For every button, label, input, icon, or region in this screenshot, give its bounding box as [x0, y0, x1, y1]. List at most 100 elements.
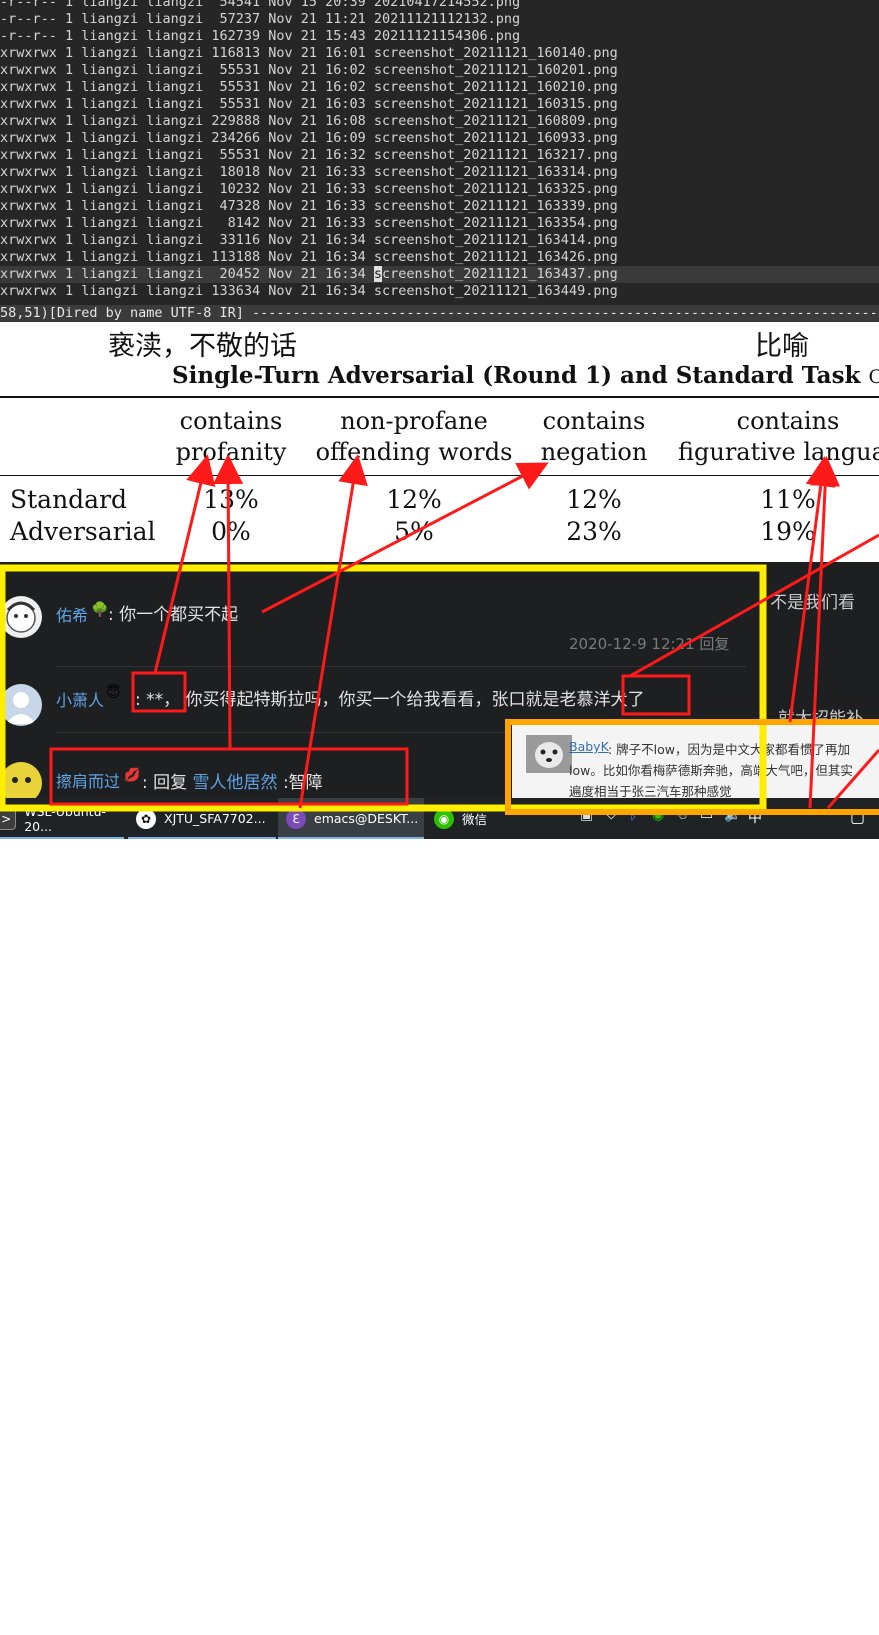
- col-header-line: profanity: [175, 438, 287, 466]
- system-clock[interactable]: 21:51 2022/1/7: [768, 1601, 838, 1635]
- shield-icon[interactable]: ⛉: [606, 807, 617, 823]
- comment-text: : **， 你买得起特斯拉吗，你买一个给我看看，张口就是老慕洋犬了: [135, 690, 645, 710]
- dired-file-line[interactable]: -r--r-- 1 liangzi liangzi 57237 Nov 21 1…: [0, 11, 520, 28]
- taskbar-label: WSL-Ubuntu-20...: [24, 803, 107, 834]
- dired-file-line[interactable]: xrwxrwx 1 liangzi liangzi 47328 Nov 21 1…: [0, 198, 618, 215]
- volume-icon[interactable]: 🔈: [724, 807, 741, 823]
- annotation-profanity: 亵渎，不敬的话: [108, 331, 297, 362]
- cartoon-face-icon: [6, 601, 36, 633]
- cell-standard-figurative: 11%: [760, 485, 816, 514]
- comment-text: : 回复 雪人他居然 :智障: [142, 768, 323, 793]
- popup-line-1: : 牌子不low，因为是中文大家都看惯了再加: [608, 742, 851, 757]
- reply-mention-link[interactable]: 雪人他居然: [193, 773, 278, 793]
- wechat-icon: ◉: [434, 808, 454, 829]
- line-prefix: xrwxrwx 1 liangzi liangzi 20452 Nov 21 1…: [0, 266, 374, 282]
- tray-icon-1[interactable]: ▣: [580, 807, 593, 823]
- dired-file-line[interactable]: xrwxrwx 1 liangzi liangzi 113188 Nov 21 …: [0, 249, 618, 266]
- taskbar-item-wsl[interactable]: > WSL-Ubuntu-20...: [0, 798, 124, 839]
- taskbar-item-xjtu[interactable]: ✿ XJTU_SFA7702...: [128, 798, 276, 839]
- cell-adversarial-profanity: 0%: [211, 517, 251, 546]
- dired-file-line[interactable]: xrwxrwx 1 liangzi liangzi 55531 Nov 21 1…: [0, 147, 618, 164]
- taskbar-label: XJTU_SFA7702...: [164, 811, 266, 826]
- dired-file-line[interactable]: -r--r-- 1 liangzi liangzi 54541 Nov 15 2…: [0, 0, 520, 11]
- comment-username[interactable]: 佑希: [56, 602, 88, 626]
- cell-adversarial-offending: 5%: [394, 517, 434, 546]
- comment-username[interactable]: 小萧人: [56, 687, 104, 711]
- line-rest: creenshot_20211121_163437.png: [382, 266, 618, 282]
- col-header-line: contains: [736, 407, 840, 435]
- dired-file-line[interactable]: xrwxrwx 1 liangzi liangzi 55531 Nov 21 1…: [0, 96, 618, 113]
- emoji-badge-icon: 😇: [106, 685, 121, 701]
- dired-file-line[interactable]: xrwxrwx 1 liangzi liangzi 133634 Nov 21 …: [0, 283, 618, 300]
- divider: [56, 666, 746, 667]
- text-cursor: s: [373, 266, 383, 282]
- col-header-line: figurative languag: [678, 438, 879, 466]
- dired-current-line[interactable]: xrwxrwx 1 liangzi liangzi 20452 Nov 21 1…: [0, 266, 879, 283]
- dired-file-line[interactable]: xrwxrwx 1 liangzi liangzi 18018 Nov 21 1…: [0, 164, 618, 181]
- row-label-standard: Standard: [10, 485, 128, 514]
- network-icon[interactable]: ▭: [700, 807, 713, 823]
- leaf-badge-icon: 🌳: [91, 602, 109, 618]
- dog-avatar-icon[interactable]: [526, 735, 572, 773]
- terminal-icon: >: [0, 807, 17, 830]
- dired-file-line[interactable]: -r--r-- 1 liangzi liangzi 162739 Nov 21 …: [0, 28, 520, 45]
- col-header-line: contains: [542, 407, 646, 435]
- emacs-icon: ℇ: [286, 808, 306, 829]
- col-header-line: offending words: [315, 438, 513, 466]
- top-rule: [0, 396, 879, 398]
- taskbar-label: emacs@DESKT...: [314, 811, 419, 826]
- comment-meta[interactable]: 2020-12-9 12:21 回复: [569, 633, 729, 654]
- dired-file-line[interactable]: xrwxrwx 1 liangzi liangzi 10232 Nov 21 1…: [0, 181, 618, 198]
- cell-standard-profanity: 13%: [203, 485, 259, 514]
- bluetooth-icon[interactable]: ᛒ: [629, 807, 637, 823]
- table-title: Single-Turn Adversarial (Round 1) and St…: [172, 362, 879, 389]
- clock-date: 2022/1/7: [774, 1619, 832, 1634]
- row-label-adversarial: Adversarial: [10, 517, 156, 546]
- popup-comment-card: BabyK : 牌子不low，因为是中文大家都看惯了再加 low。比如你看梅萨德…: [512, 725, 879, 805]
- notification-icon[interactable]: ▢: [850, 807, 865, 826]
- emacs-dired-buffer[interactable]: -r--r-- 1 liangzi liangzi 54541 Nov 15 2…: [0, 0, 879, 305]
- mid-rule: [0, 475, 879, 476]
- col-header-line: negation: [540, 438, 648, 466]
- wechat-tray-icon[interactable]: ◉: [652, 807, 664, 823]
- emacs-modeline: 58,51)[Dired by name UTF-8 IR] ---------…: [0, 305, 879, 322]
- annotation-metaphor: 比喻: [755, 331, 809, 362]
- dired-file-line[interactable]: xrwxrwx 1 liangzi liangzi 33116 Nov 21 1…: [0, 232, 618, 249]
- ime-indicator[interactable]: 中: [748, 807, 762, 827]
- dired-file-line[interactable]: xrwxrwx 1 liangzi liangzi 234266 Nov 21 …: [0, 130, 618, 147]
- dired-file-line[interactable]: xrwxrwx 1 liangzi liangzi 8142 Nov 21 16…: [0, 215, 618, 232]
- windows-taskbar: > WSL-Ubuntu-20... ✿ XJTU_SFA7702... ℇ e…: [0, 798, 879, 1634]
- avatar[interactable]: [0, 684, 42, 726]
- popup-username[interactable]: BabyK: [569, 739, 609, 754]
- cell-adversarial-figurative: 19%: [760, 517, 816, 546]
- dired-file-line[interactable]: xrwxrwx 1 liangzi liangzi 55531 Nov 21 1…: [0, 62, 618, 79]
- col-header-offending: non-profane offending words: [312, 406, 516, 468]
- cell-standard-offending: 12%: [386, 485, 442, 514]
- avatar[interactable]: [0, 762, 42, 798]
- col-header-figurative: contains figurative languag: [678, 406, 879, 468]
- col-header-negation: contains negation: [538, 406, 650, 468]
- cell-standard-negation: 12%: [566, 485, 622, 514]
- cell-adversarial-negation: 23%: [566, 517, 622, 546]
- dired-file-line[interactable]: xrwxrwx 1 liangzi liangzi 229888 Nov 21 …: [0, 113, 618, 130]
- table-title-tail: OFF: [868, 366, 879, 388]
- reply-prefix: : 回复: [142, 773, 193, 793]
- col-header-line: non-profane: [340, 407, 488, 435]
- comment-username[interactable]: 擦肩而过: [56, 768, 120, 792]
- avatar[interactable]: [0, 596, 42, 638]
- taskbar-label: 微信: [462, 812, 488, 827]
- qq-icon[interactable]: ☃: [676, 807, 689, 823]
- taskbar-item-wechat[interactable]: ◉ 微信: [426, 798, 566, 839]
- table-title-main: Single-Turn Adversarial (Round 1) and St…: [172, 362, 861, 389]
- clock-time: 21:51: [784, 1602, 822, 1617]
- default-user-icon: [6, 692, 36, 724]
- dired-file-line[interactable]: xrwxrwx 1 liangzi liangzi 55531 Nov 21 1…: [0, 79, 618, 96]
- dired-file-line[interactable]: xrwxrwx 1 liangzi liangzi 116813 Nov 21 …: [0, 45, 618, 62]
- taskbar-item-emacs[interactable]: ℇ emacs@DESKT...: [278, 798, 424, 839]
- comment-text: : 你一个都买不起: [108, 605, 239, 625]
- app-icon: ✿: [136, 808, 156, 829]
- smiley-face-icon: [12, 777, 31, 783]
- reply-suffix: :智障: [277, 773, 323, 793]
- col-header-line: contains: [179, 407, 283, 435]
- side-comment-text: 不是我们看: [770, 593, 855, 613]
